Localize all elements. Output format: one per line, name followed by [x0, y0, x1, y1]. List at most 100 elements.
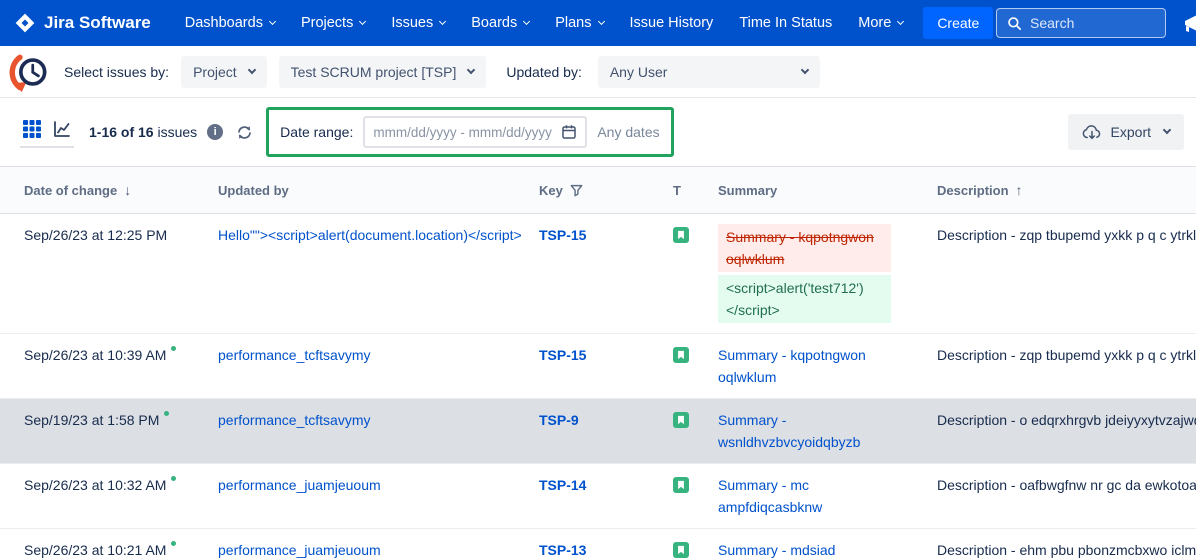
chevron-down-icon [359, 18, 366, 25]
date-range-label: Date range: [280, 124, 353, 140]
story-type-icon [673, 542, 689, 558]
column-header-summary[interactable]: Summary [718, 183, 937, 198]
issue-key-link[interactable]: TSP-15 [539, 347, 586, 363]
updated-by-cell: performance_tcftsavymy [218, 409, 539, 431]
summary-link[interactable]: Summary - mc ampfdiqcasbknw [718, 477, 822, 515]
create-button[interactable]: Create [923, 7, 993, 39]
summary-cell: Summary - mc ampfdiqcasbknw [718, 474, 937, 518]
issue-key-link[interactable]: TSP-9 [539, 412, 579, 428]
menu-time-in-status[interactable]: Time In Status [739, 15, 832, 31]
table-row[interactable]: Sep/26/23 at 10:39 AM performance_tcftsa… [0, 334, 1196, 399]
cloud-download-icon [1082, 124, 1102, 141]
date-of-change-cell: Sep/26/23 at 10:39 AM [24, 344, 218, 366]
chart-view-button[interactable] [52, 119, 72, 139]
menu-boards[interactable]: Boards [471, 15, 529, 31]
updated-by-cell: performance_juamjeuoum [218, 539, 539, 560]
updated-by-cell: Hello""><script>alert(document.location)… [218, 224, 539, 246]
menu-dashboards[interactable]: Dashboards [185, 15, 275, 31]
description-cell: Description - ehm pbu pbonzmcbxwo iclm [937, 539, 1196, 560]
filter-funnel-icon[interactable] [570, 184, 583, 197]
export-button[interactable]: Export [1068, 114, 1184, 150]
brand-title: Jira Software [44, 13, 151, 33]
summary-added-text: <script>alert('test712') </script> [718, 275, 891, 323]
issue-key-link[interactable]: TSP-14 [539, 477, 586, 493]
unread-dot-icon [164, 411, 169, 416]
summary-link[interactable]: Summary - mdsiad gnzcwiycxeou [718, 542, 835, 560]
jira-logo[interactable]: Jira Software [14, 12, 151, 34]
summary-cell: Summary - kqpotngwon oqlwklum <script>al… [718, 224, 937, 323]
menu-projects[interactable]: Projects [301, 15, 365, 31]
table-row[interactable]: Sep/26/23 at 10:21 AM performance_juamje… [0, 529, 1196, 560]
issue-source-dropdown[interactable]: Project [181, 56, 267, 88]
summary-removed-text: Summary - kqpotngwon oqlwklum [718, 224, 891, 272]
key-cell: TSP-13 [539, 539, 673, 560]
summary-cell: Summary - kqpotngwon oqlwklum [718, 344, 937, 388]
menu-plans[interactable]: Plans [555, 15, 603, 31]
global-search[interactable] [996, 8, 1166, 38]
jira-logo-icon [14, 12, 36, 34]
date-of-change-cell: Sep/26/23 at 10:32 AM [24, 474, 218, 496]
sort-ascending-icon: ↑ [1016, 182, 1023, 198]
updated-by-link[interactable]: Hello""><script>alert(document.location)… [218, 227, 522, 243]
chevron-down-icon [467, 65, 475, 73]
chevron-down-icon [269, 18, 276, 25]
select-issues-by-label: Select issues by: [64, 64, 169, 80]
unread-dot-icon [171, 541, 176, 546]
chevron-down-icon [523, 18, 530, 25]
table-view-button[interactable] [22, 119, 42, 139]
announcement-icon[interactable] [1181, 11, 1196, 40]
chevron-down-icon [439, 18, 446, 25]
menu-issue-history[interactable]: Issue History [630, 15, 714, 31]
story-type-icon [673, 347, 689, 363]
line-chart-icon [53, 120, 71, 138]
issue-key-link[interactable]: TSP-13 [539, 542, 586, 558]
updated-by-link[interactable]: performance_tcftsavymy [218, 347, 371, 363]
chevron-down-icon [801, 65, 809, 73]
date-range-input[interactable] [373, 125, 555, 140]
story-type-icon [673, 227, 689, 243]
view-toggle [20, 117, 74, 148]
updated-by-link[interactable]: performance_juamjeuoum [218, 542, 381, 558]
summary-link[interactable]: Summary - kqpotngwon oqlwklum [718, 347, 866, 385]
menu-issues[interactable]: Issues [391, 15, 445, 31]
updated-by-link[interactable]: performance_juamjeuoum [218, 477, 381, 493]
chevron-down-icon [897, 18, 904, 25]
toolbar: 1-16 of 16 issues i Date range: Any date… [0, 98, 1196, 166]
updated-by-link[interactable]: performance_tcftsavymy [218, 412, 371, 428]
date-range-highlight-box: Date range: Any dates [266, 107, 673, 157]
chevron-down-icon [1163, 126, 1171, 134]
chevron-down-icon [247, 65, 255, 73]
refresh-button[interactable] [236, 124, 253, 141]
column-header-date-of-change[interactable]: Date of change↓ [24, 182, 218, 198]
updated-by-cell: performance_juamjeuoum [218, 474, 539, 496]
type-cell [673, 474, 718, 496]
column-header-updated-by[interactable]: Updated by [218, 183, 539, 198]
column-header-key[interactable]: Key [539, 183, 673, 198]
unread-dot-icon [171, 476, 176, 481]
date-of-change-cell: Sep/26/23 at 10:21 AM [24, 539, 218, 560]
calendar-icon[interactable] [561, 124, 577, 140]
issue-key-link[interactable]: TSP-15 [539, 227, 586, 243]
filter-bar: Select issues by: Project Test SCRUM pro… [0, 46, 1196, 98]
key-cell: TSP-9 [539, 409, 673, 431]
updated-by-cell: performance_tcftsavymy [218, 344, 539, 366]
summary-link[interactable]: Summary - wsnldhvzbvcyoidqbyzb [718, 412, 860, 450]
issue-history-table: Date of change↓ Updated by Key T Summary… [0, 166, 1196, 560]
table-row[interactable]: Sep/19/23 at 1:58 PM performance_tcftsav… [0, 399, 1196, 464]
table-row[interactable]: Sep/26/23 at 10:32 AM performance_juamje… [0, 464, 1196, 529]
project-dropdown[interactable]: Test SCRUM project [TSP] [279, 56, 487, 88]
info-icon[interactable]: i [207, 124, 223, 140]
main-menu: Dashboards Projects Issues Boards Plans … [185, 15, 904, 31]
table-row[interactable]: Sep/26/23 at 12:25 PM Hello""><script>al… [0, 214, 1196, 334]
story-type-icon [673, 477, 689, 493]
updated-by-dropdown[interactable]: Any User [598, 56, 820, 88]
search-input[interactable] [1030, 15, 1155, 31]
date-range-field[interactable] [363, 116, 587, 148]
menu-more[interactable]: More [858, 15, 903, 31]
key-cell: TSP-15 [539, 344, 673, 366]
issue-history-app-logo-icon [8, 50, 52, 94]
top-nav: Jira Software Dashboards Projects Issues… [0, 0, 1196, 46]
column-header-description[interactable]: Description↑ [937, 182, 1196, 198]
sort-descending-icon: ↓ [124, 182, 131, 198]
any-dates-label: Any dates [597, 124, 659, 140]
